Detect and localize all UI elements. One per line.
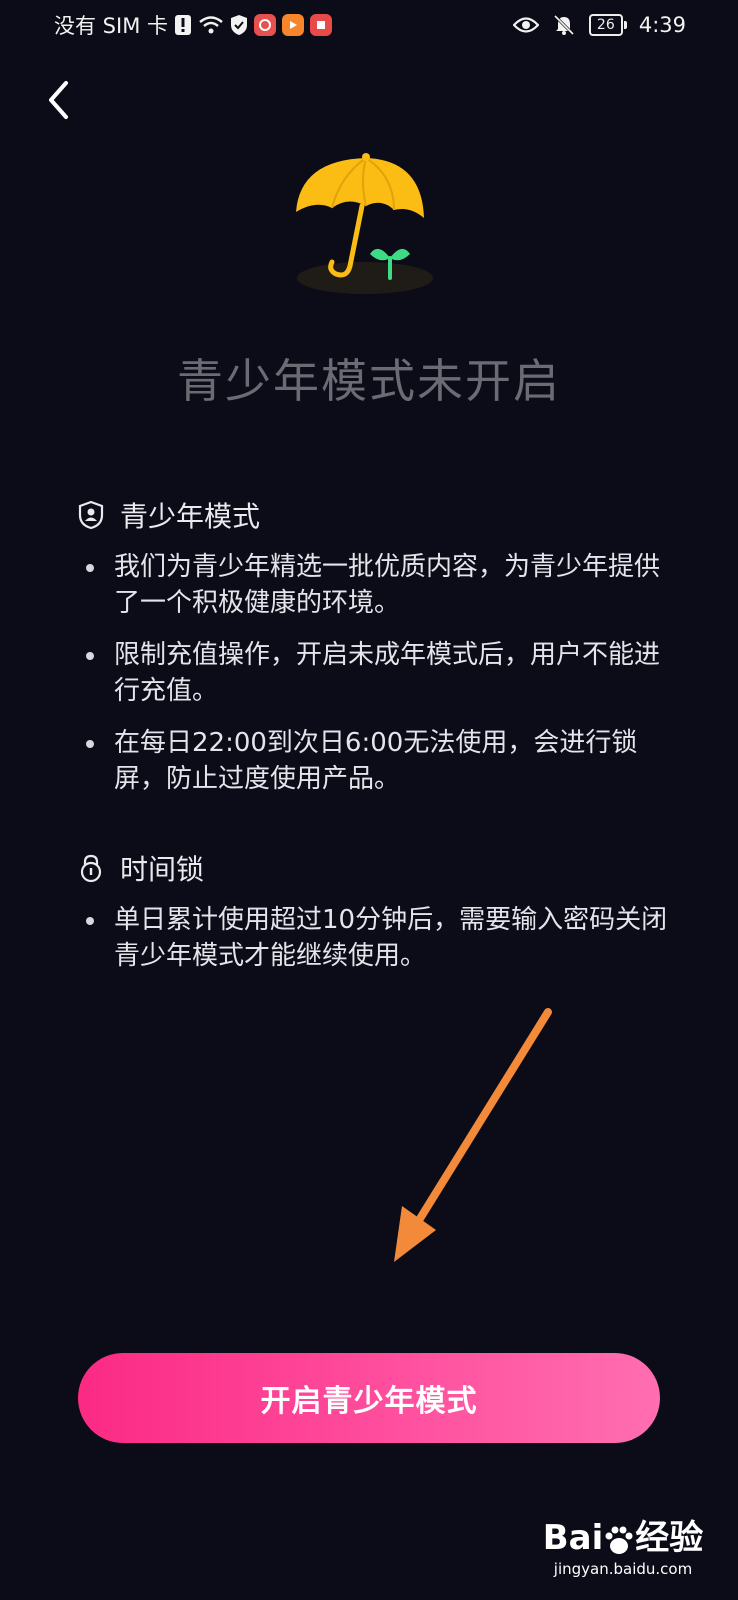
bullet-dot [86,917,94,925]
alert-icon [174,14,192,36]
lock-icon [76,853,106,883]
list-item: 单日累计使用超过10分钟后，需要输入密码关闭青少年模式才能继续使用。 [76,902,676,974]
screen: 没有 SIM 卡 26 4:39 青少年模式未开启 青少年模式 我们为青少年精选… [0,0,738,1600]
list-item: 在每日22:00到次日6:00无法使用，会进行锁屏，防止过度使用产品。 [76,725,676,797]
app-badge-red-book [310,14,332,36]
paw-icon [603,1524,635,1556]
list-item-text: 我们为青少年精选一批优质内容，为青少年提供 了一个积极健康的环境。 [114,552,661,618]
bell-muted-icon [553,14,575,36]
enable-youth-mode-label: 开启青少年模式 [260,1384,478,1419]
time-lock-header: 时间锁 [76,848,676,888]
battery-tip [623,21,627,29]
carrier-text: 没有 SIM 卡 [54,14,168,38]
watermark-logo-right: 经验 [635,1518,704,1558]
list-item-text: 限制充值操作，开启未成年模式后，用户不能进行充值。 [114,640,661,706]
annotation-arrow [380,1000,570,1270]
chevron-left-icon [49,81,68,119]
status-bar: 没有 SIM 卡 26 4:39 [0,0,738,50]
shield-user-icon [76,500,106,530]
eye-icon [512,16,539,34]
back-button[interactable] [36,72,80,128]
youth-mode-list: 我们为青少年精选一批优质内容，为青少年提供 了一个积极健康的环境。 限制充值操作… [76,549,676,797]
enable-youth-mode-button[interactable]: 开启青少年模式 [78,1353,660,1443]
app-badge-orange [282,14,304,36]
watermark-logo-left: Bai [542,1518,604,1558]
bullet-dot [86,652,94,660]
list-item-text: 在每日22:00到次日6:00无法使用，会进行锁屏，防止过度使用产品。 [114,728,638,794]
bullet-dot [86,740,94,748]
list-item: 我们为青少年精选一批优质内容，为青少年提供 了一个积极健康的环境。 [76,549,676,621]
status-right: 26 4:39 [512,13,686,37]
app-badge-red [254,14,276,36]
battery-icon: 26 [588,14,627,36]
list-item: 限制充值操作，开启未成年模式后，用户不能进行充值。 [76,637,676,709]
watermark-logo: Bai 经验 [538,1518,708,1558]
time-lock-title: 时间锁 [120,853,205,886]
page-title: 青少年模式未开启 [177,354,561,408]
baidu-jingyan-watermark: Bai 经验 jingyan.baidu.com [538,1518,708,1578]
time-lock-section: 时间锁 单日累计使用超过10分钟后，需要输入密码关闭青少年模式才能继续使用。 [76,848,676,974]
youth-mode-header: 青少年模式 [76,495,676,535]
time-lock-list: 单日累计使用超过10分钟后，需要输入密码关闭青少年模式才能继续使用。 [76,902,676,974]
youth-mode-title: 青少年模式 [120,500,261,533]
clock: 4:39 [638,13,686,37]
watermark-url: jingyan.baidu.com [553,1560,693,1578]
status-left: 没有 SIM 卡 [54,10,332,40]
shield-check-icon [230,14,248,36]
list-item-text: 单日累计使用超过10分钟后，需要输入密码关闭青少年模式才能继续使用。 [114,905,668,971]
umbrella-illustration [290,150,440,305]
youth-mode-section: 青少年模式 我们为青少年精选一批优质内容，为青少年提供 了一个积极健康的环境。 … [76,495,676,797]
bullet-dot [86,564,94,572]
wifi-icon [198,15,224,35]
battery-level: 26 [588,14,623,36]
